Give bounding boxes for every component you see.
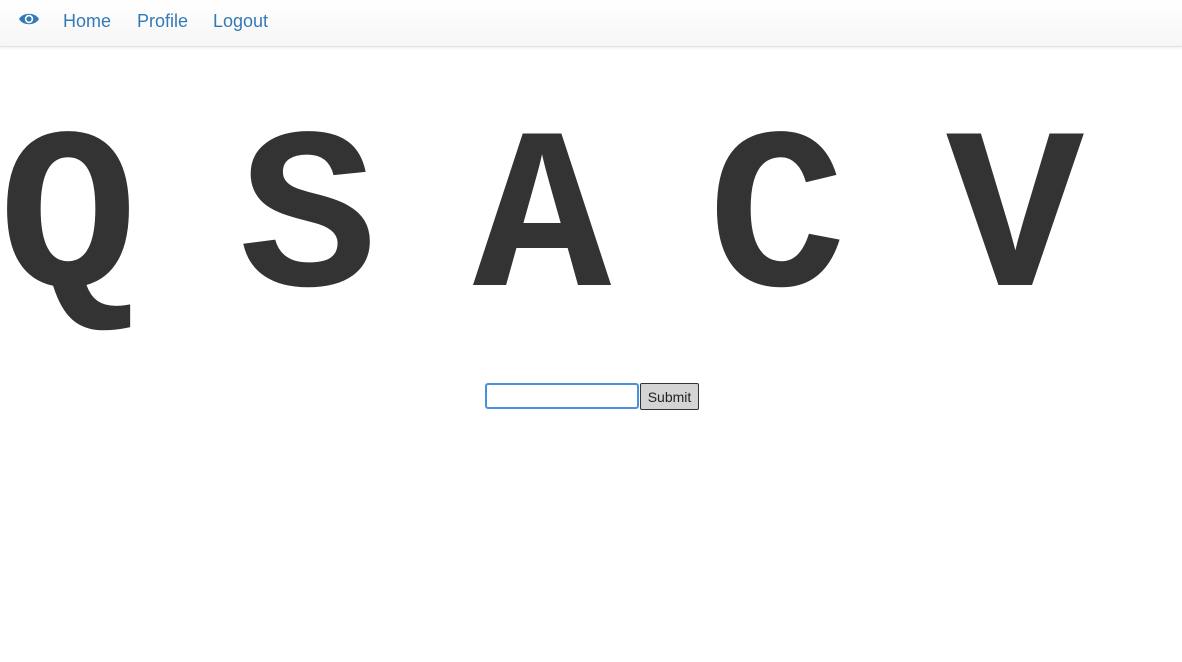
captcha-letter: A (472, 95, 612, 355)
captcha-letters: Q S A C V (0, 95, 1182, 355)
captcha-letter: C (707, 95, 847, 355)
navbar: Home Profile Logout (0, 0, 1182, 47)
captcha-letter: S (238, 95, 378, 355)
nav-home-link[interactable]: Home (63, 11, 111, 31)
captcha-letter: V (945, 95, 1085, 355)
nav-profile-link[interactable]: Profile (137, 11, 188, 31)
captcha-answer-input[interactable] (485, 383, 639, 409)
brand-link[interactable] (18, 11, 40, 27)
submit-button[interactable]: Submit (640, 383, 699, 410)
nav-logout-link[interactable]: Logout (213, 11, 268, 31)
eye-icon (19, 13, 39, 25)
captcha-letter: Q (0, 95, 138, 355)
